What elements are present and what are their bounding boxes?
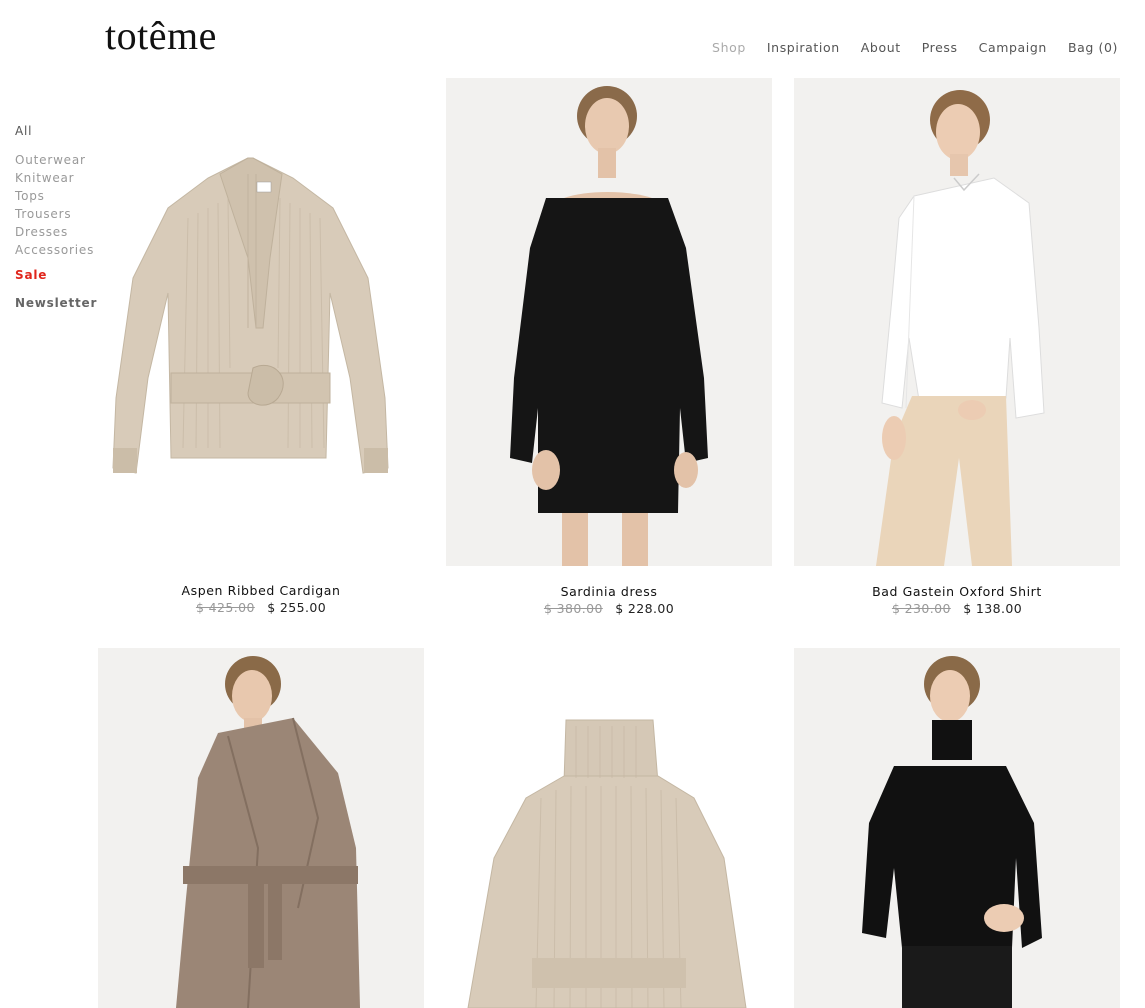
sidebar-item-outerwear[interactable]: Outerwear: [15, 151, 95, 169]
sidebar-item-sale[interactable]: Sale: [15, 268, 95, 282]
product-card-wrap-coat[interactable]: [98, 648, 424, 1008]
sidebar-item-tops[interactable]: Tops: [15, 187, 95, 205]
product-image-shirt[interactable]: [794, 78, 1120, 566]
nav-campaign[interactable]: Campaign: [979, 40, 1047, 55]
product-info: Aspen Ribbed Cardigan $ 425.00 $ 255.00: [98, 583, 424, 615]
sale-price: $ 228.00: [615, 601, 675, 616]
sidebar-item-trousers[interactable]: Trousers: [15, 205, 95, 223]
sidebar-item-accessories[interactable]: Accessories: [15, 241, 95, 259]
sale-price: $ 255.00: [267, 600, 327, 615]
top-navigation: Shop Inspiration About Press Campaign Ba…: [691, 40, 1118, 55]
original-price: $ 230.00: [891, 601, 951, 616]
product-card-sardinia-dress[interactable]: Sardinia dress $ 380.00 $ 228.00: [446, 78, 772, 618]
product-image-dress[interactable]: [446, 78, 772, 566]
product-prices: $ 425.00 $ 255.00: [98, 600, 424, 615]
product-card-aspen-cardigan[interactable]: Aspen Ribbed Cardigan $ 425.00 $ 255.00: [98, 78, 424, 618]
product-name[interactable]: Bad Gastein Oxford Shirt: [794, 584, 1120, 599]
sidebar-item-knitwear[interactable]: Knitwear: [15, 169, 95, 187]
product-prices: $ 380.00 $ 228.00: [446, 601, 772, 616]
sale-price: $ 138.00: [963, 601, 1023, 616]
original-price: $ 425.00: [195, 600, 255, 615]
product-image-black-turtleneck[interactable]: [794, 648, 1120, 1008]
product-info: Bad Gastein Oxford Shirt $ 230.00 $ 138.…: [794, 584, 1120, 616]
sidebar-item-all[interactable]: All: [15, 124, 95, 138]
sidebar-item-dresses[interactable]: Dresses: [15, 223, 95, 241]
product-card-black-turtleneck[interactable]: [794, 648, 1120, 1008]
product-card-oxford-shirt[interactable]: Bad Gastein Oxford Shirt $ 230.00 $ 138.…: [794, 78, 1120, 618]
product-card-turtleneck-sweater[interactable]: [446, 648, 772, 1008]
product-image-cardigan[interactable]: [98, 78, 424, 566]
nav-shop[interactable]: Shop: [712, 40, 746, 55]
nav-press[interactable]: Press: [922, 40, 958, 55]
product-image-coat[interactable]: [98, 648, 424, 1008]
product-name[interactable]: Aspen Ribbed Cardigan: [98, 583, 424, 598]
brand-logo[interactable]: totême: [105, 14, 217, 58]
product-info: Sardinia dress $ 380.00 $ 228.00: [446, 584, 772, 616]
category-sidebar: All Outerwear Knitwear Tops Trousers Dre…: [15, 124, 96, 310]
product-image-sweater[interactable]: [446, 648, 772, 1008]
product-name[interactable]: Sardinia dress: [446, 584, 772, 599]
original-price: $ 380.00: [543, 601, 603, 616]
nav-about[interactable]: About: [861, 40, 901, 55]
nav-bag[interactable]: Bag (0): [1068, 40, 1118, 55]
product-prices: $ 230.00 $ 138.00: [794, 601, 1120, 616]
sidebar-item-newsletter[interactable]: Newsletter: [15, 296, 96, 310]
nav-inspiration[interactable]: Inspiration: [767, 40, 840, 55]
